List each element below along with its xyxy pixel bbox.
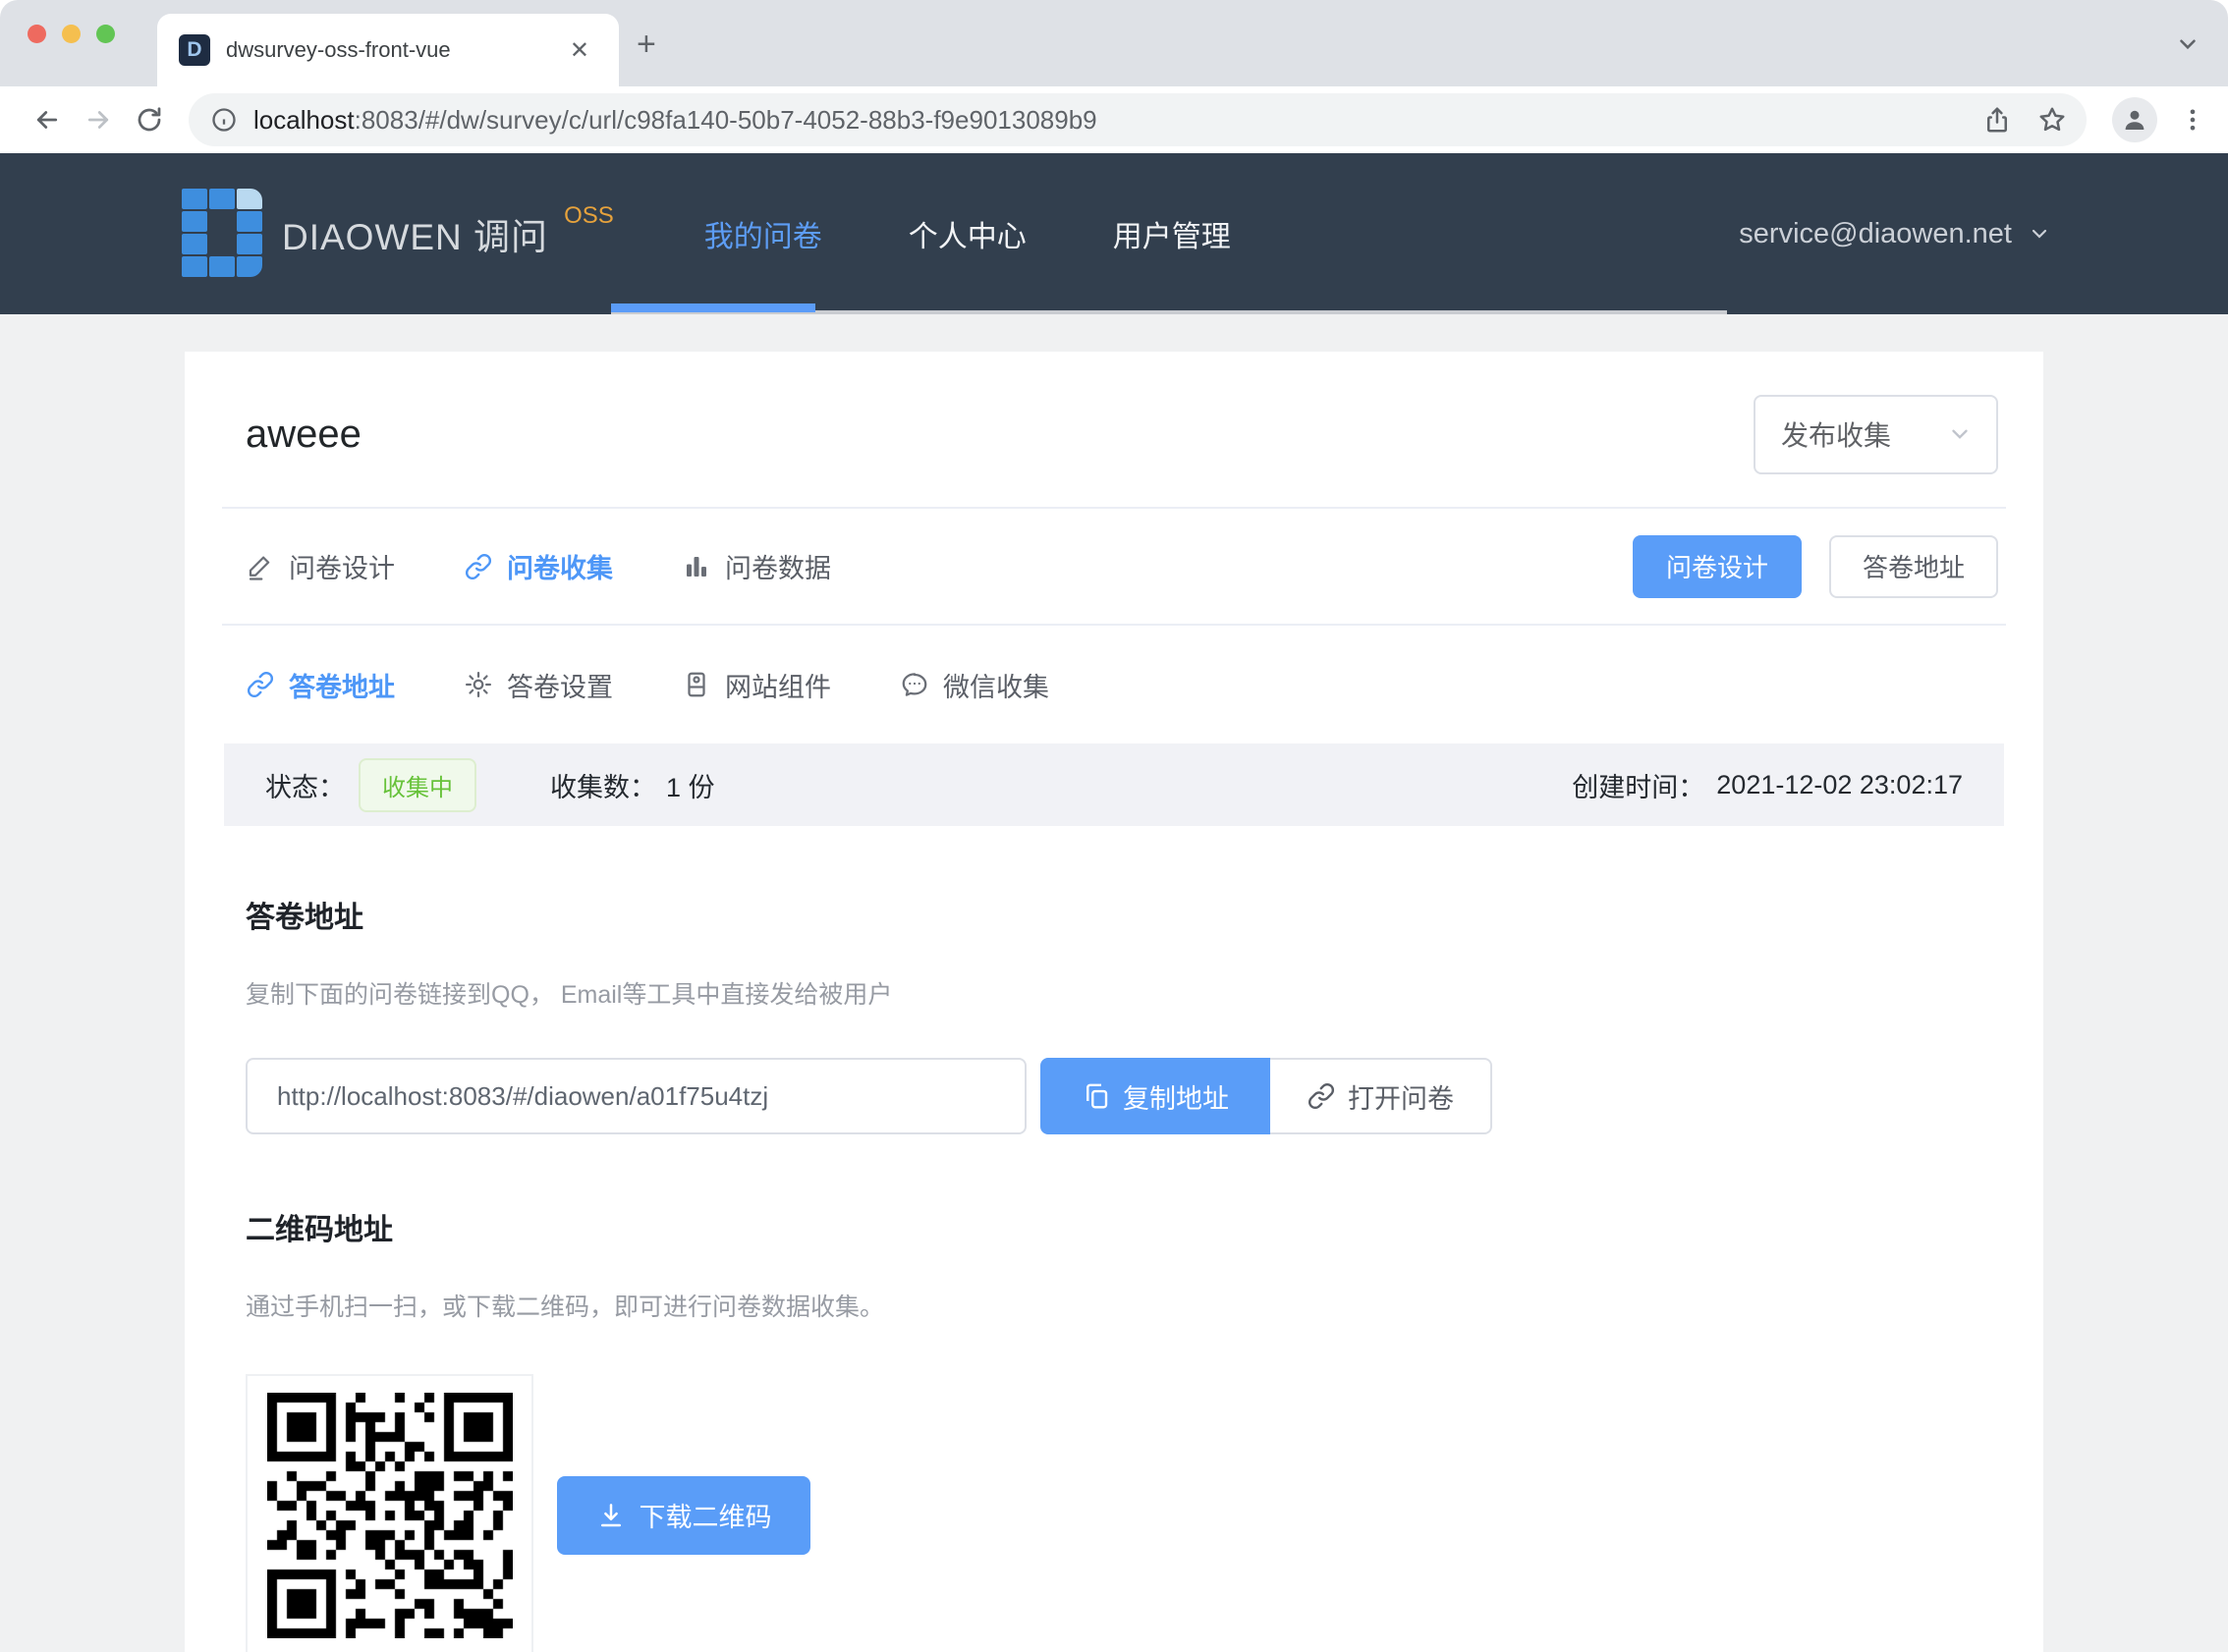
tab-label: 问卷数据 bbox=[725, 547, 831, 585]
brand-name: DIAOWEN 调问 bbox=[282, 207, 548, 260]
status-label: 状态： bbox=[265, 766, 345, 804]
address-bar[interactable]: localhost:8083/#/dw/survey/c/url/c98fa14… bbox=[189, 93, 2087, 146]
answer-url-description: 复制下面的问卷链接到QQ， Email等工具中直接发给被用户 bbox=[246, 975, 1982, 1011]
browser-window: D dwsurvey-oss-front-vue ✕ + localhost:8… bbox=[0, 0, 2228, 1652]
close-window-button[interactable] bbox=[28, 25, 46, 43]
open-survey-label: 打开问卷 bbox=[1348, 1077, 1454, 1116]
main-menu: 我的问卷 个人中心 用户管理 bbox=[661, 153, 1274, 314]
tab-search-icon[interactable] bbox=[2175, 31, 2200, 62]
tab-label: 问卷设计 bbox=[289, 547, 395, 585]
answer-url-button[interactable]: 答卷地址 bbox=[1829, 535, 1998, 598]
browser-profile-avatar[interactable] bbox=[2112, 97, 2157, 142]
site-info-icon[interactable] bbox=[210, 106, 238, 134]
app-navbar: DIAOWEN 调问 OSS 我的问卷 个人中心 用户管理 service@di… bbox=[0, 153, 2228, 314]
traffic-lights bbox=[28, 25, 115, 43]
download-icon bbox=[596, 1501, 626, 1530]
secondary-tabs: 答卷地址 答卷设置 网站组件 微信收集 bbox=[185, 626, 2043, 743]
subtab-label: 答卷设置 bbox=[507, 666, 613, 704]
collect-count-label: 收集数： bbox=[550, 766, 656, 804]
download-qrcode-label: 下载二维码 bbox=[640, 1496, 772, 1534]
answer-url-heading: 答卷地址 bbox=[246, 893, 1982, 936]
reload-button[interactable] bbox=[132, 102, 167, 138]
tab-title: dwsurvey-oss-front-vue bbox=[226, 37, 562, 63]
chevron-down-icon bbox=[2028, 222, 2051, 246]
subtab-wechat-collect[interactable]: 微信收集 bbox=[900, 666, 1049, 704]
browser-toolbar: localhost:8083/#/dw/survey/c/url/c98fa14… bbox=[0, 86, 2228, 153]
chevron-down-icon bbox=[1947, 421, 1973, 447]
tab-survey-collect[interactable]: 问卷收集 bbox=[464, 547, 613, 585]
status-badge: 收集中 bbox=[359, 758, 476, 812]
tag-widget-icon bbox=[682, 670, 711, 699]
back-button[interactable] bbox=[29, 102, 65, 138]
qrcode-box bbox=[246, 1374, 533, 1652]
copy-icon bbox=[1082, 1081, 1111, 1111]
survey-title: aweee bbox=[246, 413, 362, 457]
collect-count-value: 1 份 bbox=[666, 766, 715, 804]
forward-button[interactable] bbox=[81, 102, 116, 138]
tab-label: 问卷收集 bbox=[507, 547, 613, 585]
select-value: 发布收集 bbox=[1781, 414, 1891, 454]
share-icon[interactable] bbox=[1982, 105, 2012, 135]
diaowen-logo-icon bbox=[182, 189, 262, 279]
tab-survey-data[interactable]: 问卷数据 bbox=[682, 547, 831, 585]
status-bar: 状态： 收集中 收集数： 1 份 创建时间： 2021-12-02 23:02:… bbox=[224, 743, 2004, 826]
qrcode-heading: 二维码地址 bbox=[246, 1205, 1982, 1248]
download-qrcode-button[interactable]: 下载二维码 bbox=[557, 1476, 810, 1555]
tab-group: 问卷设计 问卷收集 问卷数据 bbox=[246, 547, 831, 585]
subtab-label: 网站组件 bbox=[725, 666, 831, 704]
created-time-value: 2021-12-02 23:02:17 bbox=[1716, 770, 1963, 800]
subtab-label: 答卷地址 bbox=[289, 666, 395, 704]
copy-url-label: 复制地址 bbox=[1123, 1077, 1229, 1116]
menu-active-underline bbox=[611, 303, 815, 312]
tab-close-icon[interactable]: ✕ bbox=[562, 32, 597, 69]
link-icon bbox=[246, 670, 275, 699]
url-button-group: 复制地址 打开问卷 bbox=[1040, 1058, 1492, 1134]
new-tab-button[interactable]: + bbox=[637, 28, 656, 61]
qrcode-description: 通过手机扫一扫，或下载二维码，即可进行问卷数据收集。 bbox=[246, 1288, 1982, 1323]
browser-tab-strip: D dwsurvey-oss-front-vue ✕ + bbox=[0, 0, 2228, 86]
survey-card: aweee 发布收集 问卷设计 问卷收集 bbox=[185, 352, 2043, 1652]
page-background: aweee 发布收集 问卷设计 问卷收集 bbox=[0, 314, 2228, 1652]
tab-survey-design[interactable]: 问卷设计 bbox=[246, 547, 395, 585]
qr-code bbox=[267, 1393, 513, 1638]
bar-chart-icon bbox=[682, 552, 711, 581]
zoom-window-button[interactable] bbox=[96, 25, 115, 43]
oss-badge: OSS bbox=[564, 202, 614, 230]
open-survey-button[interactable]: 打开问卷 bbox=[1270, 1058, 1492, 1134]
url-text: localhost:8083/#/dw/survey/c/url/c98fa14… bbox=[253, 105, 1957, 136]
subtab-label: 微信收集 bbox=[943, 666, 1049, 704]
publish-collect-select[interactable]: 发布收集 bbox=[1754, 395, 1998, 474]
favicon-icon: D bbox=[179, 34, 210, 66]
browser-tab[interactable]: D dwsurvey-oss-front-vue ✕ bbox=[157, 14, 619, 86]
chat-bubble-icon bbox=[900, 670, 929, 699]
qrcode-section: 二维码地址 通过手机扫一扫，或下载二维码，即可进行问卷数据收集。 下载二维码 bbox=[185, 1134, 2043, 1652]
account-dropdown[interactable]: service@diaowen.net bbox=[1739, 218, 2051, 250]
subtab-site-widget[interactable]: 网站组件 bbox=[682, 666, 831, 704]
bookmark-star-icon[interactable] bbox=[2037, 105, 2067, 135]
menu-item-personal-center[interactable]: 个人中心 bbox=[865, 153, 1070, 314]
survey-design-button[interactable]: 问卷设计 bbox=[1633, 535, 1802, 598]
primary-tabs: 问卷设计 问卷收集 问卷数据 问卷设计 答卷地址 bbox=[185, 509, 2043, 624]
answer-url-section: 答卷地址 复制下面的问卷链接到QQ， Email等工具中直接发给被用户 复制地址… bbox=[185, 826, 2043, 1134]
header-actions: 问卷设计 答卷地址 bbox=[1633, 535, 1998, 598]
answer-url-row: 复制地址 打开问卷 bbox=[246, 1058, 1982, 1134]
subtab-answer-url[interactable]: 答卷地址 bbox=[246, 666, 395, 704]
menu-item-user-management[interactable]: 用户管理 bbox=[1070, 153, 1274, 314]
survey-header: aweee 发布收集 bbox=[185, 352, 2043, 507]
survey-url-input[interactable] bbox=[246, 1058, 1027, 1134]
created-time-label: 创建时间： bbox=[1572, 766, 1704, 804]
gear-icon bbox=[464, 670, 493, 699]
link-icon bbox=[464, 552, 493, 581]
qrcode-row: 下载二维码 bbox=[246, 1374, 1982, 1652]
subtab-answer-settings[interactable]: 答卷设置 bbox=[464, 666, 613, 704]
menu-item-my-surveys[interactable]: 我的问卷 bbox=[661, 153, 865, 314]
link-icon bbox=[1307, 1081, 1336, 1111]
browser-menu-icon[interactable] bbox=[2179, 106, 2206, 134]
account-email: service@diaowen.net bbox=[1739, 218, 2012, 250]
copy-url-button[interactable]: 复制地址 bbox=[1040, 1058, 1270, 1134]
edit-pencil-icon bbox=[246, 552, 275, 581]
minimize-window-button[interactable] bbox=[62, 25, 81, 43]
